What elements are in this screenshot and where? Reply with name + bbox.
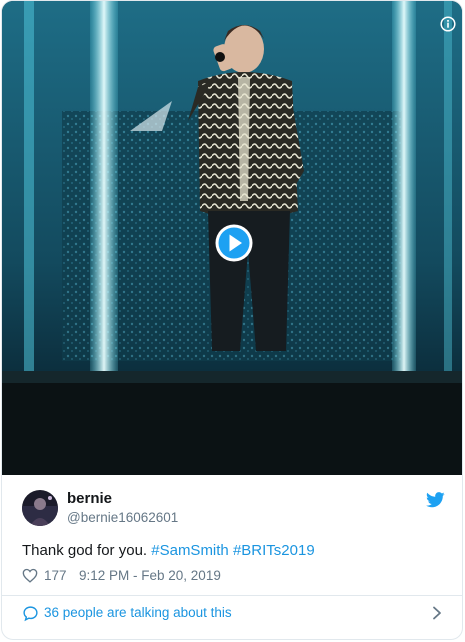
tweet-author: bernie @bernie16062601 [22, 490, 447, 526]
chevron-right-icon [433, 606, 441, 620]
heart-icon[interactable] [22, 568, 38, 583]
talking-about-link[interactable]: 36 people are talking about this [2, 596, 462, 632]
play-icon[interactable] [214, 223, 254, 263]
avatar-photo-icon [22, 490, 58, 526]
comment-bubble-icon [23, 606, 38, 622]
avatar[interactable] [22, 490, 58, 526]
tweet-body: Thank god for you. [22, 542, 148, 559]
like-count[interactable]: 177 [44, 568, 67, 583]
info-icon[interactable] [440, 16, 456, 32]
embedded-tweet-card: bernie @bernie16062601 Thank god for you… [1, 0, 463, 640]
tweet-text: Thank god for you. #SamSmith #BRITs2019 [22, 542, 315, 559]
video-player[interactable] [2, 1, 462, 475]
tweet-timestamp[interactable]: 9:12 PM - Feb 20, 2019 [79, 568, 221, 583]
hashtag-link[interactable]: #BRITs2019 [233, 542, 315, 559]
hashtag-link[interactable]: #SamSmith [151, 542, 229, 559]
author-handle[interactable]: @bernie16062601 [67, 510, 178, 525]
talking-about-label: 36 people are talking about this [44, 605, 232, 620]
twitter-bird-icon[interactable] [426, 492, 445, 508]
author-display-name[interactable]: bernie [67, 490, 112, 507]
